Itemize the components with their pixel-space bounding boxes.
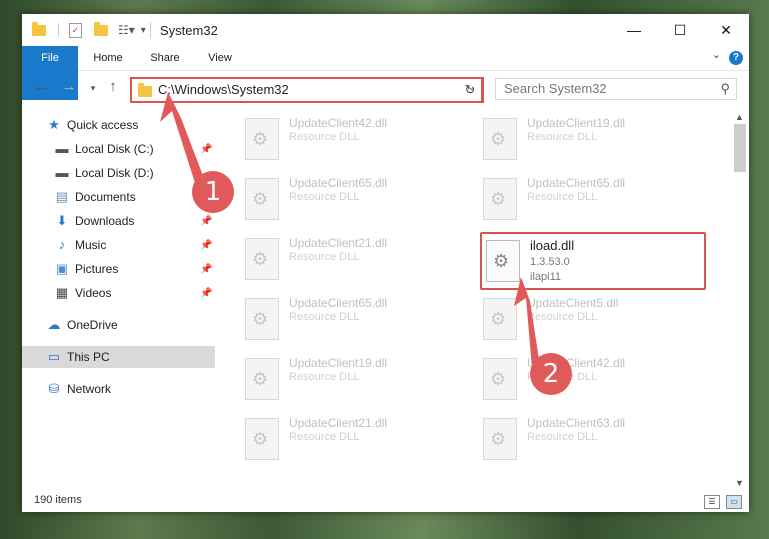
arrow-2 — [514, 277, 540, 368]
arrow-2-shape — [514, 277, 540, 368]
annotation-overlay — [160, 92, 540, 368]
step-2-badge: 2 — [530, 353, 572, 395]
arrow-1-shape — [160, 92, 205, 186]
step-1-badge: 1 — [192, 171, 234, 213]
arrow-1 — [160, 92, 205, 186]
